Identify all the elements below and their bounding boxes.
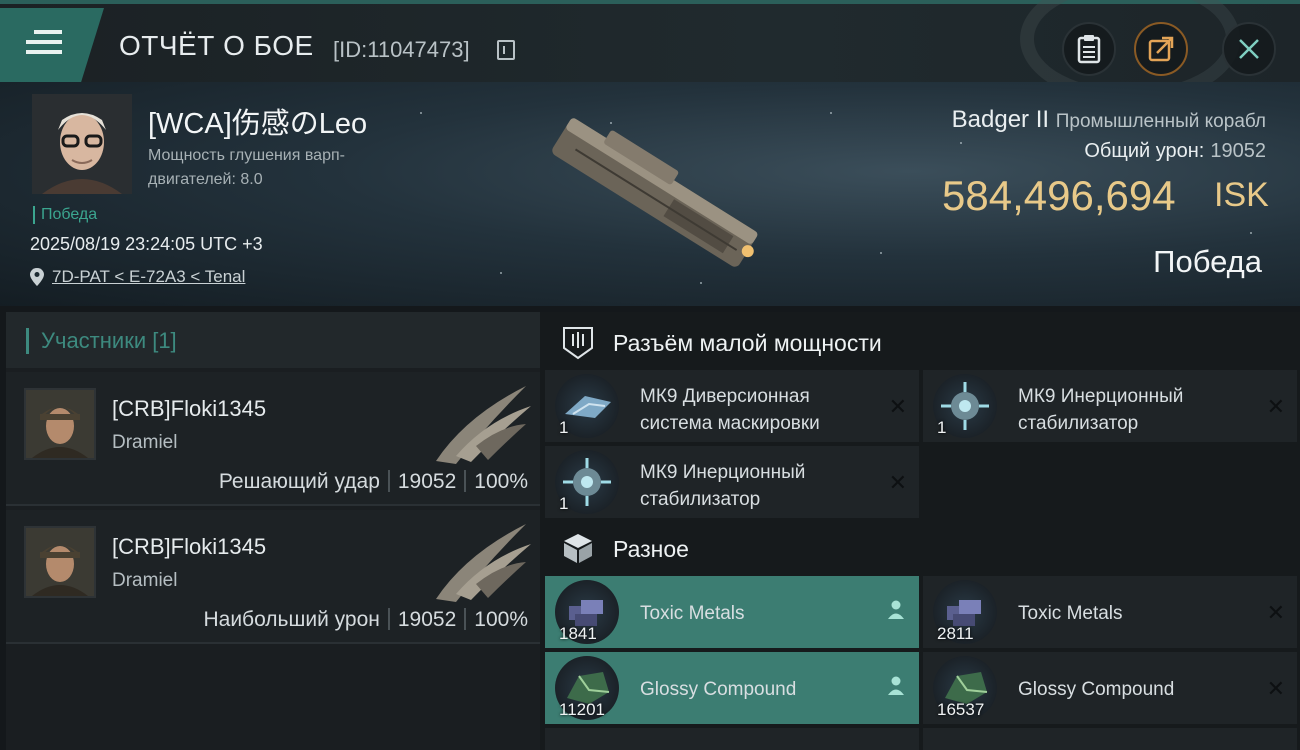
participant-ship: Dramiel: [112, 570, 178, 591]
isk-currency: ISK: [1214, 176, 1269, 214]
total-damage-value: 19052: [1210, 140, 1266, 162]
item-name: Toxic Metals: [1018, 603, 1123, 624]
participants-header[interactable]: Участники [1]: [6, 312, 540, 368]
misc-title: Разное: [613, 536, 689, 562]
module-item[interactable]: 1 МК9 Диверсионная система маскировки ✕: [545, 370, 919, 442]
cargo-item[interactable]: [923, 728, 1297, 750]
share-icon: [1148, 36, 1174, 62]
destroyed-icon: ✕: [1266, 394, 1285, 419]
cargo-item[interactable]: 1841 Toxic Metals: [545, 576, 919, 648]
location-text: 7D-PAT < E-72A3 < Tenal: [52, 267, 246, 286]
clipboard-icon: [1077, 35, 1101, 64]
participant-avatar: [24, 526, 96, 598]
item-quantity: 1: [559, 494, 569, 513]
destroyed-icon: ✕: [1266, 676, 1285, 701]
low-slot-icon: [563, 327, 593, 360]
total-damage-label: Общий урон:: [1084, 140, 1205, 162]
battle-datetime: 2025/08/19 23:24:05 UTC +3: [30, 234, 263, 254]
participants-panel: Участники [1] [CRB]Floki1345 Dramiel Реш…: [6, 312, 540, 750]
participant-ship: Dramiel: [112, 432, 178, 453]
isk-value: 584,496,694: [942, 172, 1176, 219]
close-icon: [1239, 39, 1259, 59]
share-button[interactable]: [1134, 22, 1188, 76]
participant-avatar: [24, 388, 96, 460]
participant-damage: 19052: [397, 608, 457, 631]
participant-percent: 100%: [474, 608, 528, 631]
victim-attribute: Мощность глушения варп-двигателей: 8.0: [148, 147, 345, 188]
copy-icon[interactable]: [497, 40, 515, 60]
destroyed-icon: ✕: [888, 470, 907, 495]
fitting-panel: Разъём малой мощности 1 МК9 Диверсионная…: [540, 312, 1300, 750]
report-id: [ID:11047473]: [333, 37, 470, 62]
close-button[interactable]: [1222, 22, 1276, 76]
menu-button[interactable]: [0, 8, 104, 82]
destroyed-icon: ✕: [1266, 600, 1285, 625]
cargo-box-icon: [564, 534, 592, 563]
module-item[interactable]: 1 МК9 Инерционный стабилизатор ✕: [923, 370, 1297, 442]
item-name: МК9 Инерционный стабилизатор: [640, 462, 806, 510]
dramiel-ship-icon: [436, 386, 531, 464]
participant-name: [CRB]Floki1345: [112, 534, 267, 559]
ship-type: Badger II: [951, 106, 1050, 133]
victim-avatar[interactable]: [32, 94, 132, 194]
item-quantity: 2811: [937, 624, 974, 643]
item-name: Toxic Metals: [640, 603, 745, 624]
cargo-item[interactable]: [545, 728, 919, 750]
low-slot-title: Разъём малой мощности: [613, 330, 882, 356]
ship-name: Badger II Промышленный корабл: [952, 106, 1266, 134]
item-name: МК9 Диверсионная система маскировки: [640, 386, 820, 434]
clipboard-button[interactable]: [1062, 22, 1116, 76]
participant-row[interactable]: [CRB]Floki1345 Dramiel Решающий удар 1905…: [6, 372, 540, 506]
top-bar: ОТЧЁТ О БОЕ [ID:11047473]: [0, 0, 1300, 104]
participant-stats: Наибольший урон 19052 100%: [203, 608, 528, 632]
menu-icon: [26, 30, 62, 60]
victim-name: [WCA]伤感のLeo: [148, 108, 368, 140]
dropped-user-icon: [888, 676, 904, 695]
participant-damage: 19052: [397, 470, 457, 493]
battle-outcome: Победа: [1153, 244, 1262, 279]
item-quantity: 1841: [559, 624, 597, 643]
participant-name: [CRB]Floki1345: [112, 396, 267, 421]
participant-row[interactable]: [CRB]Floki1345 Dramiel Наибольший урон 19…: [6, 510, 540, 644]
item-name: Glossy Compound: [1018, 679, 1175, 700]
location-link[interactable]: 7D-PAT < E-72A3 < Tenal: [30, 267, 245, 287]
cargo-item[interactable]: 2811 Toxic Metals ✕: [923, 576, 1297, 648]
total-damage: Общий урон: 19052: [1084, 140, 1266, 163]
ship-class: Промышленный корабл: [1055, 111, 1266, 132]
destroyed-icon: ✕: [888, 394, 907, 419]
dropped-user-icon: [888, 600, 904, 619]
participant-stats: Решающий удар 19052 100%: [219, 470, 528, 494]
dramiel-ship-icon: [436, 524, 531, 602]
cargo-item[interactable]: 11201 Glossy Compound: [545, 652, 919, 724]
module-item[interactable]: 1 МК9 Инерционный стабилизатор ✕: [545, 446, 919, 518]
misc-header: Разное: [540, 520, 1300, 576]
victim-summary: [WCA]伤感のLeo Мощность глушения варп-двига…: [0, 82, 1300, 306]
item-quantity: 11201: [559, 700, 606, 719]
participant-role: Наибольший урон: [203, 608, 380, 631]
item-quantity: 1: [937, 418, 947, 437]
participants-title: Участники [1]: [26, 328, 177, 354]
item-name: Glossy Compound: [640, 679, 797, 700]
participant-percent: 100%: [474, 470, 528, 493]
item-quantity: 16537: [937, 700, 985, 719]
cargo-item[interactable]: 16537 Glossy Compound ✕: [923, 652, 1297, 724]
page-title: ОТЧЁТ О БОЕ: [119, 30, 314, 61]
item-name: МК9 Инерционный стабилизатор: [1018, 386, 1184, 434]
item-quantity: 1: [559, 418, 569, 437]
participant-role: Решающий удар: [218, 470, 380, 493]
low-slot-header: Разъём малой мощности: [540, 314, 1300, 370]
location-pin-icon: [30, 268, 44, 286]
ship-render: [552, 118, 758, 267]
result-tag: Победа: [33, 206, 97, 224]
